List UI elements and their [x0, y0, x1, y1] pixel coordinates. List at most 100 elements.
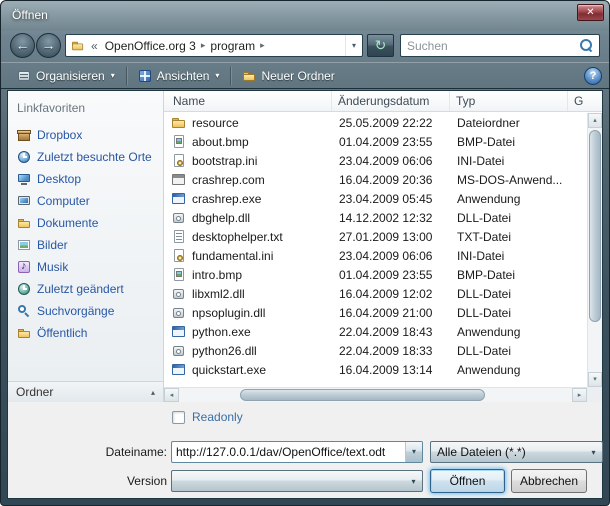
- help-button[interactable]: ?: [584, 67, 602, 85]
- sidebar-item-desktop[interactable]: Desktop: [8, 168, 163, 190]
- file-name: libxml2.dll: [192, 287, 245, 301]
- readonly-checkbox[interactable]: [172, 411, 185, 424]
- application-icon: [171, 362, 187, 378]
- recent-places-icon: [17, 150, 31, 164]
- sidebar-item-computer[interactable]: Computer: [8, 190, 163, 212]
- address-dropdown-button[interactable]: ▾: [345, 35, 362, 56]
- file-row[interactable]: libxml2.dll16.04.2009 12:02DLL-Datei: [164, 284, 587, 303]
- cancel-button[interactable]: Abbrechen: [511, 469, 587, 493]
- scroll-down-button[interactable]: ▾: [588, 372, 602, 387]
- file-row[interactable]: dbghelp.dll14.12.2002 12:32DLL-Datei: [164, 208, 587, 227]
- ini-file-icon: [171, 248, 187, 264]
- open-button[interactable]: Öffnen: [430, 469, 505, 493]
- horizontal-scrollbar[interactable]: ◂ ▸: [164, 387, 587, 402]
- file-modified-date: 16.04.2009 21:00: [332, 306, 450, 320]
- dll-file-icon: [171, 305, 187, 321]
- views-icon: [138, 69, 152, 83]
- sidebar-item-documents[interactable]: Dokumente: [8, 212, 163, 234]
- forward-button[interactable]: →: [36, 33, 61, 58]
- open-file-dialog: Öffnen ✕ ← → « OpenOffice.org 3 ▸ progra…: [0, 0, 610, 506]
- file-row[interactable]: python26.dll22.04.2009 18:33DLL-Datei: [164, 341, 587, 360]
- file-modified-date: 01.04.2009 23:55: [332, 268, 450, 282]
- filename-dropdown-button[interactable]: ▾: [405, 442, 422, 462]
- version-combobox[interactable]: ▾: [171, 470, 423, 492]
- file-row[interactable]: fundamental.ini23.04.2009 06:06INI-Datei: [164, 246, 587, 265]
- filetype-combobox[interactable]: Alle Dateien (*.*) ▾: [430, 441, 603, 463]
- address-bar[interactable]: « OpenOffice.org 3 ▸ program ▸ ▾: [65, 34, 363, 57]
- chevron-down-icon: ▾: [215, 71, 219, 80]
- search-input[interactable]: [401, 39, 580, 53]
- file-row[interactable]: about.bmp01.04.2009 23:55BMP-Datei: [164, 132, 587, 151]
- sidebar-item-recently-changed[interactable]: Zuletzt geändert: [8, 278, 163, 300]
- sidebar-item-label: Zuletzt geändert: [37, 282, 124, 296]
- window-title: Öffnen: [12, 8, 48, 22]
- search-icon: [580, 39, 593, 52]
- sidebar-item-recent-places[interactable]: Zuletzt besuchte Orte: [8, 146, 163, 168]
- sidebar-item-pictures[interactable]: Bilder: [8, 234, 163, 256]
- file-row[interactable]: bootstrap.ini23.04.2009 06:06INI-Datei: [164, 151, 587, 170]
- breadcrumb-item-openoffice[interactable]: OpenOffice.org 3: [101, 39, 200, 53]
- breadcrumb-overflow-chevron[interactable]: «: [91, 39, 98, 53]
- text-file-icon: [171, 229, 187, 245]
- close-button[interactable]: ✕: [577, 4, 604, 21]
- views-button[interactable]: Ansichten ▾: [129, 65, 229, 87]
- file-row[interactable]: quickstart.exe16.04.2009 13:14Anwendung: [164, 360, 587, 379]
- file-row[interactable]: npsoplugin.dll16.04.2009 21:00DLL-Datei: [164, 303, 587, 322]
- file-modified-date: 25.05.2009 22:22: [332, 116, 450, 130]
- sidebar-item-music[interactable]: Musik: [8, 256, 163, 278]
- scroll-right-button[interactable]: ▸: [572, 388, 587, 402]
- breadcrumb-item-program[interactable]: program: [206, 39, 259, 53]
- readonly-row: Readonly: [172, 410, 243, 424]
- column-header-size[interactable]: G: [568, 91, 602, 111]
- pictures-icon: [17, 238, 31, 252]
- column-header-name[interactable]: Name: [164, 91, 332, 111]
- file-modified-date: 16.04.2009 20:36: [332, 173, 450, 187]
- scroll-up-button[interactable]: ▴: [588, 113, 602, 128]
- file-row[interactable]: desktophelper.txt27.01.2009 13:00TXT-Dat…: [164, 227, 587, 246]
- title-bar[interactable]: Öffnen ✕: [1, 1, 609, 29]
- file-row[interactable]: resource25.05.2009 22:22Dateiordner: [164, 113, 587, 132]
- sidebar-item-dropbox[interactable]: Dropbox: [8, 124, 163, 146]
- folders-expander[interactable]: Ordner ▴: [8, 381, 163, 402]
- sidebar-item-label: Zuletzt besuchte Orte: [37, 150, 152, 164]
- chevron-down-icon: ▾: [412, 447, 416, 456]
- dll-file-icon: [171, 210, 187, 226]
- search-box[interactable]: [400, 34, 600, 57]
- column-header-type[interactable]: Typ: [450, 91, 568, 111]
- new-folder-button[interactable]: Neuer Ordner: [233, 65, 343, 87]
- sidebar-item-searches[interactable]: Suchvorgänge: [8, 300, 163, 322]
- filename-combobox[interactable]: ▾: [171, 441, 423, 463]
- file-type: Anwendung: [450, 363, 568, 377]
- image-file-icon: [171, 267, 187, 283]
- file-type: Dateiordner: [450, 116, 568, 130]
- file-modified-date: 01.04.2009 23:55: [332, 135, 450, 149]
- dll-file-icon: [171, 343, 187, 359]
- readonly-label[interactable]: Readonly: [192, 410, 243, 424]
- sidebar-item-public[interactable]: Öffentlich: [8, 322, 163, 344]
- file-row[interactable]: crashrep.com16.04.2009 20:36MS-DOS-Anwen…: [164, 170, 587, 189]
- searches-icon: [17, 304, 31, 318]
- file-row[interactable]: crashrep.exe23.04.2009 05:45Anwendung: [164, 189, 587, 208]
- organize-button[interactable]: Organisieren ▾: [8, 65, 124, 87]
- file-row[interactable]: python.exe22.04.2009 18:43Anwendung: [164, 322, 587, 341]
- back-button[interactable]: ←: [10, 33, 35, 58]
- chevron-down-icon: ▾: [111, 71, 115, 80]
- file-name: dbghelp.dll: [192, 211, 250, 225]
- vertical-scrollbar-thumb[interactable]: [589, 130, 601, 322]
- documents-folder-icon: [17, 216, 31, 230]
- file-type: MS-DOS-Anwend...: [450, 173, 568, 187]
- horizontal-scrollbar-thumb[interactable]: [240, 389, 485, 401]
- close-icon: ✕: [586, 7, 594, 18]
- file-name: desktophelper.txt: [192, 230, 283, 244]
- refresh-button[interactable]: ↻: [367, 34, 394, 57]
- file-modified-date: 23.04.2009 06:06: [332, 154, 450, 168]
- recently-changed-icon: [17, 282, 31, 296]
- scroll-left-button[interactable]: ◂: [164, 388, 179, 402]
- sidebar-item-label: Computer: [37, 194, 90, 208]
- filename-input[interactable]: [172, 445, 405, 459]
- file-row[interactable]: intro.bmp01.04.2009 23:55BMP-Datei: [164, 265, 587, 284]
- chevron-down-icon: ▾: [405, 477, 422, 486]
- vertical-scrollbar[interactable]: ▴ ▾: [587, 113, 602, 387]
- column-header-date[interactable]: Änderungsdatum: [332, 91, 450, 111]
- breadcrumb-separator-icon[interactable]: ▸: [259, 40, 266, 51]
